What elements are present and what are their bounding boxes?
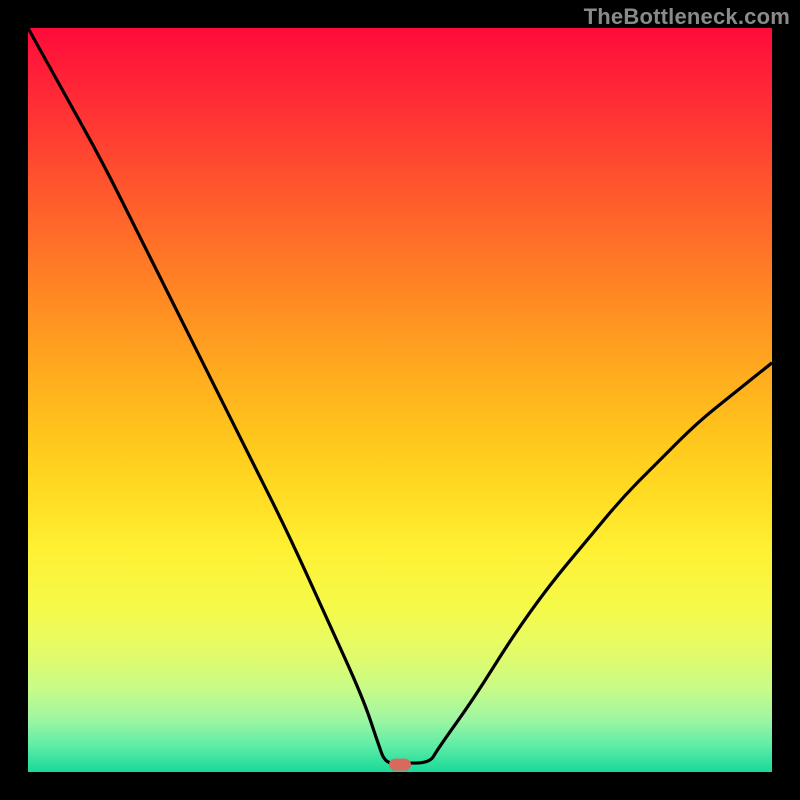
bottleneck-curve: [28, 28, 772, 763]
chart-frame: TheBottleneck.com: [0, 0, 800, 800]
watermark-label: TheBottleneck.com: [584, 4, 790, 30]
curve-layer: [28, 28, 772, 772]
optimal-marker: [389, 759, 411, 771]
